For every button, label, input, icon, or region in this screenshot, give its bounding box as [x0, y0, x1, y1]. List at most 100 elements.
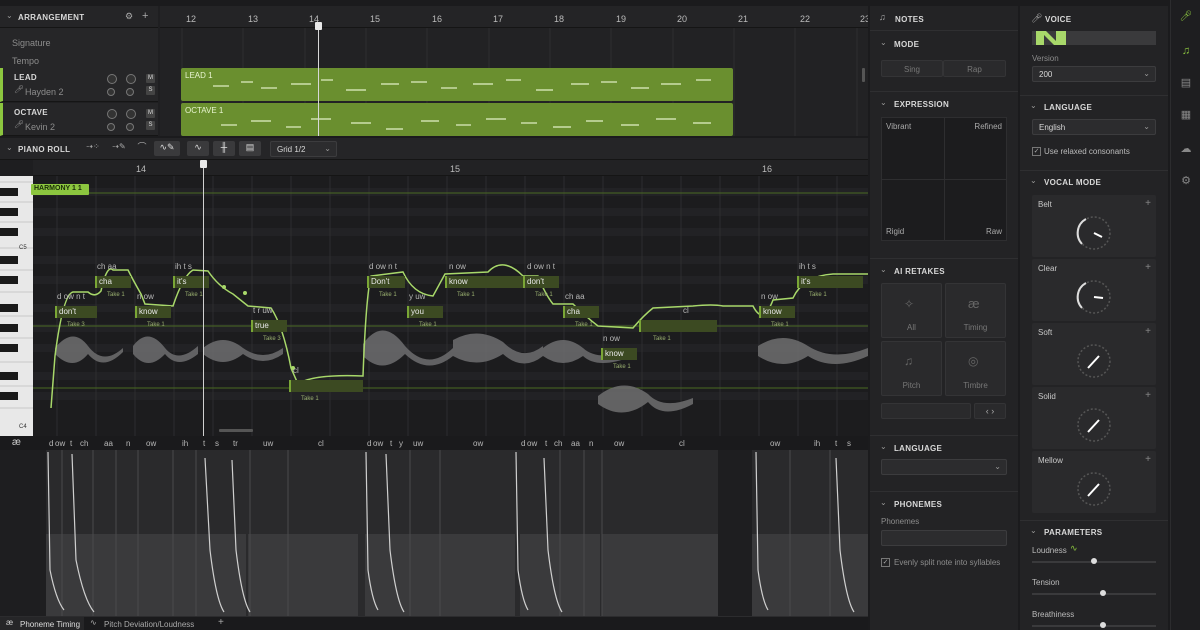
chevron-down-icon[interactable]: ⌄: [1030, 527, 1037, 535]
clip-label-tag[interactable]: HARMONY 1 1: [31, 184, 89, 195]
slider-thumb[interactable]: [1100, 622, 1106, 628]
clip-octave[interactable]: OCTAVE 1: [181, 103, 733, 136]
volume-knob[interactable]: [107, 123, 115, 131]
pan-knob[interactable]: [126, 88, 134, 96]
retake-all-button[interactable]: ✧ All: [881, 283, 942, 338]
vocal-mode-soft[interactable]: Soft +: [1032, 323, 1156, 385]
phoneme-label: ch: [554, 439, 563, 448]
note-block[interactable]: [289, 380, 363, 392]
horizontal-scrollbar[interactable]: [219, 429, 253, 432]
playhead[interactable]: [318, 22, 319, 136]
mute-button[interactable]: M: [146, 109, 155, 118]
chevron-down-icon[interactable]: ⌄: [880, 266, 887, 274]
breathiness-slider[interactable]: [1032, 625, 1156, 627]
collapse-chevron-icon[interactable]: ⌄: [6, 144, 13, 152]
checkbox[interactable]: ✓: [881, 558, 890, 567]
volume-knob[interactable]: [107, 88, 115, 96]
cloud-icon[interactable]: ☁: [1178, 144, 1194, 160]
rap-button[interactable]: Rap: [943, 60, 1006, 77]
add-icon[interactable]: +: [1145, 390, 1151, 401]
language-select[interactable]: English ⌄: [1032, 119, 1156, 135]
retake-history-field[interactable]: [881, 403, 971, 419]
mode-dial[interactable]: [1074, 277, 1114, 317]
calendar-icon[interactable]: ▦: [1178, 110, 1194, 126]
grid-select[interactable]: Grid 1/2 ⌄: [270, 141, 337, 157]
chevron-down-icon[interactable]: ⌄: [1030, 177, 1037, 185]
piano-keyboard[interactable]: C5 C4: [0, 176, 33, 436]
track-octave[interactable]: OCTAVE 🎤︎ Kevin 2 M S: [0, 103, 158, 136]
vocal-mode-belt[interactable]: Belt +: [1032, 195, 1156, 257]
add-icon[interactable]: +: [1145, 262, 1151, 273]
mute-button[interactable]: M: [146, 74, 155, 83]
mode-dial[interactable]: [1074, 341, 1114, 381]
vocal-mode-mellow[interactable]: Mellow +: [1032, 451, 1156, 513]
add-tab-button[interactable]: +: [218, 618, 224, 628]
chevron-down-icon[interactable]: ⌄: [880, 443, 887, 451]
piano-roll-ruler[interactable]: 14 15 16: [33, 160, 868, 176]
note-block[interactable]: [639, 320, 717, 332]
slider-thumb[interactable]: [1091, 558, 1097, 564]
tab-pitch-deviation[interactable]: ∿ Pitch Deviation/Loudness: [88, 617, 208, 630]
vocal-mode-clear[interactable]: Clear +: [1032, 259, 1156, 321]
chevron-down-icon[interactable]: ⌄: [880, 499, 887, 507]
phoneme-timing-graph[interactable]: [0, 450, 868, 616]
pan-knob[interactable]: [126, 109, 136, 119]
pan-knob[interactable]: [126, 123, 134, 131]
solo-button[interactable]: S: [146, 86, 155, 95]
chevron-down-icon[interactable]: ⌄: [880, 99, 887, 107]
arrangement-timeline[interactable]: 12 13 14 15 16 17 18 19 20 21 22 23 LEAD…: [160, 6, 868, 136]
pitch-view-icon[interactable]: ∿: [187, 141, 209, 156]
expression-pad[interactable]: Vibrant Refined Rigid Raw: [881, 117, 1007, 241]
note-grid[interactable]: HARMONY 1 1 d ow n t don't Take 3 ch aa …: [31, 160, 868, 436]
retake-pitch-button[interactable]: ♫ Pitch: [881, 341, 942, 396]
chevron-down-icon[interactable]: ⌄: [880, 39, 887, 47]
voice-avatar[interactable]: [1032, 31, 1156, 45]
mode-dial[interactable]: [1074, 469, 1114, 509]
vocal-mode-solid[interactable]: Solid +: [1032, 387, 1156, 449]
volume-knob[interactable]: [107, 74, 117, 84]
chevron-down-icon[interactable]: ⌄: [1030, 102, 1037, 110]
mode-dial[interactable]: [1074, 405, 1114, 445]
tension-slider[interactable]: [1032, 593, 1156, 595]
bar-ruler[interactable]: [160, 6, 868, 28]
waveform-view-icon[interactable]: ╫: [213, 141, 235, 156]
retake-timbre-button[interactable]: ◎ Timbre: [945, 341, 1006, 396]
retake-nav[interactable]: ‹ ›: [974, 403, 1006, 419]
notes-panel-icon[interactable]: ♫: [1178, 46, 1194, 62]
note-language-select[interactable]: ⌄: [881, 459, 1007, 475]
pan-knob[interactable]: [126, 74, 136, 84]
slider-thumb[interactable]: [1100, 590, 1106, 596]
draw-curve-tool-icon[interactable]: ∿✎: [154, 141, 180, 156]
vertical-scrollbar[interactable]: [862, 68, 865, 82]
version-select[interactable]: 200 ⌄: [1032, 66, 1156, 82]
pencil-tool-icon[interactable]: ⇢✎: [108, 143, 130, 155]
playhead[interactable]: [203, 160, 204, 436]
playhead-handle[interactable]: [200, 160, 207, 168]
select-tool-icon[interactable]: ⇢⁘: [82, 143, 104, 155]
mode-dial[interactable]: [1074, 213, 1114, 253]
chevron-down-icon: ⌄: [1143, 122, 1150, 131]
volume-knob[interactable]: [107, 109, 117, 119]
pitch-curve-tool-icon[interactable]: ⌒: [134, 143, 150, 155]
checkbox[interactable]: ✓: [1032, 147, 1041, 156]
add-icon[interactable]: +: [1145, 326, 1151, 337]
document-icon[interactable]: ▤: [1178, 78, 1194, 94]
phoneme-timing-panel: æ d ow t ch aa n ow ih t s tr uw cl d ow…: [0, 436, 868, 616]
phoneme-label: ch: [80, 439, 89, 448]
track-lead[interactable]: LEAD 🎤︎ Hayden 2 M S: [0, 68, 158, 102]
settings-icon[interactable]: ⚙: [125, 12, 133, 21]
collapse-chevron-icon[interactable]: ⌄: [6, 12, 13, 20]
tab-phoneme-timing[interactable]: æ Phoneme Timing: [0, 617, 84, 630]
voice-panel-icon[interactable]: 🎤︎: [1178, 12, 1194, 28]
phonemes-input[interactable]: [881, 530, 1007, 546]
retake-timing-button[interactable]: æ Timing: [945, 283, 1006, 338]
sing-button[interactable]: Sing: [881, 60, 943, 77]
clip-lead[interactable]: LEAD 1: [181, 68, 733, 101]
solo-button[interactable]: S: [146, 121, 155, 130]
lyrics-view-icon[interactable]: ▤: [239, 141, 261, 156]
playhead-handle[interactable]: [315, 22, 322, 30]
add-icon[interactable]: +: [1145, 454, 1151, 465]
add-icon[interactable]: +: [1145, 198, 1151, 209]
settings-icon[interactable]: ⚙: [1178, 176, 1194, 192]
add-track-icon[interactable]: +: [142, 11, 148, 22]
